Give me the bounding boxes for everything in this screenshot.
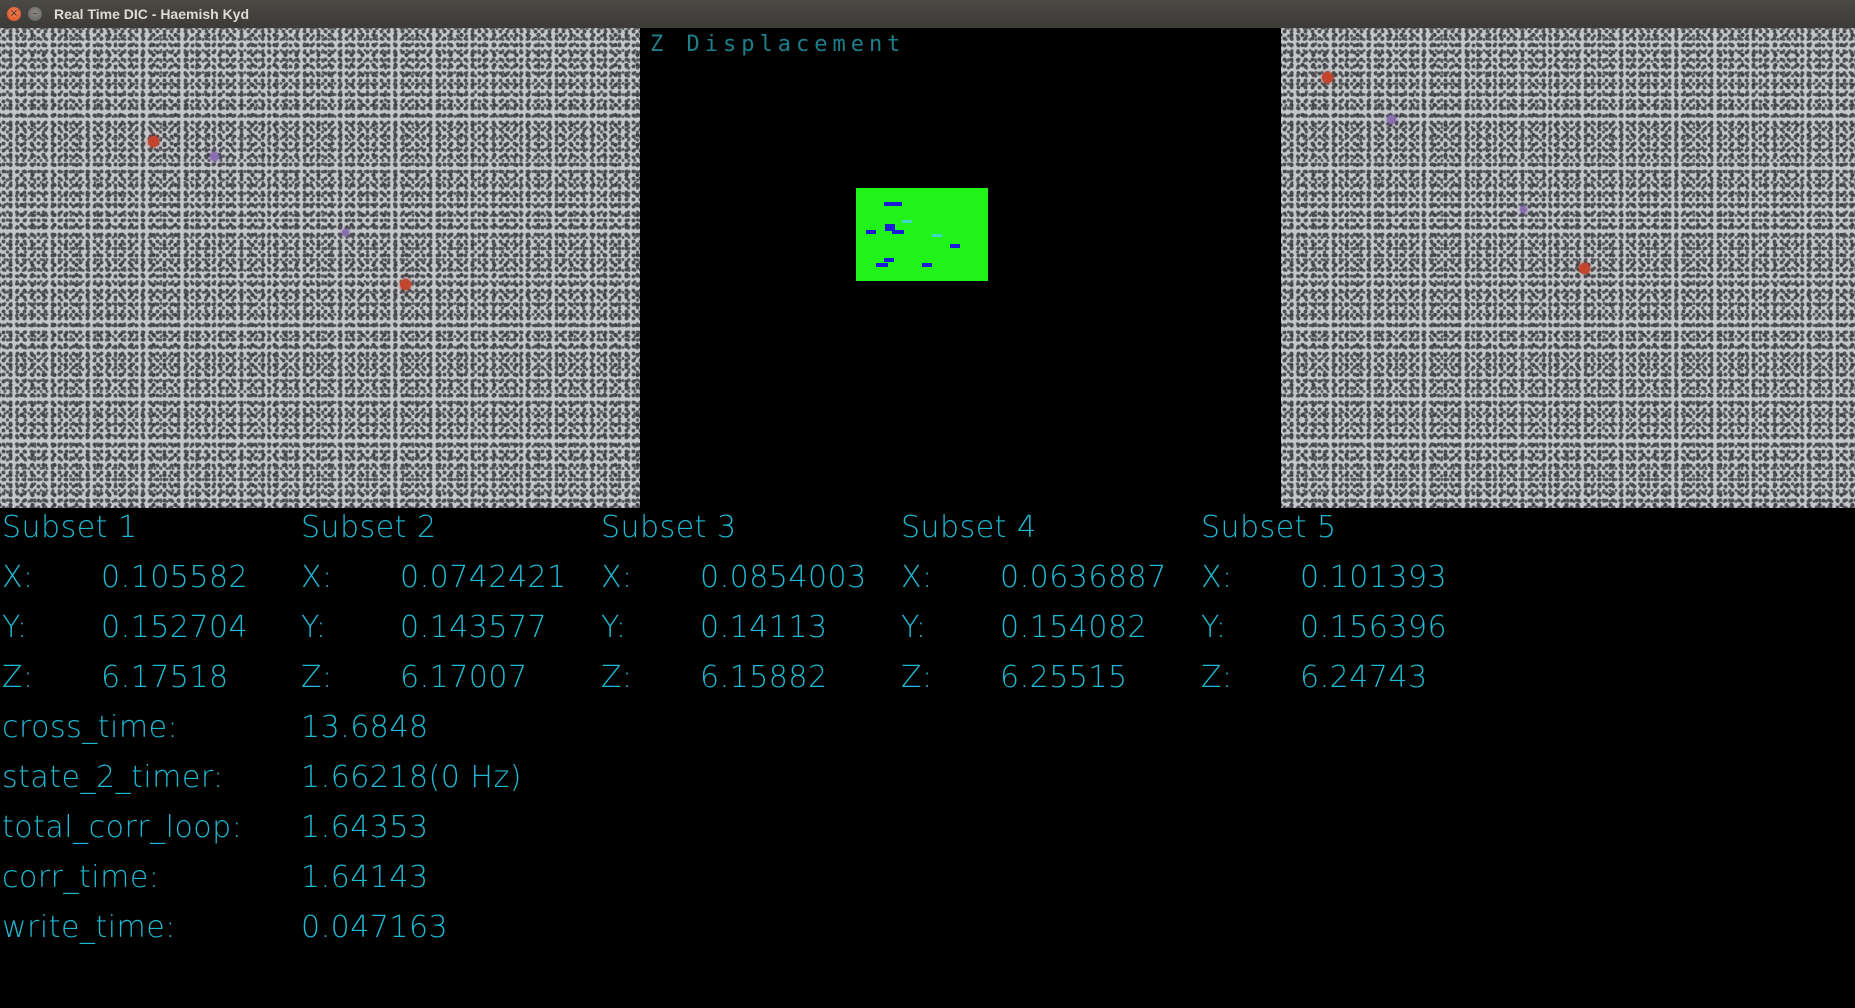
total-corr-loop-label: total_corr_loop: xyxy=(2,810,243,845)
corr-time-label: corr_time: xyxy=(2,860,160,895)
subset-3-z-label: Z: xyxy=(601,660,633,695)
corr-time-value: 1.64143 xyxy=(301,860,429,895)
displacement-vector xyxy=(950,244,960,248)
subset-2-y-label: Y: xyxy=(301,610,327,645)
state-2-timer-label: state_2_timer: xyxy=(2,760,224,795)
tracking-marker xyxy=(342,229,349,236)
displacement-vector xyxy=(884,258,894,262)
subset-5-y-value: 0.156396 xyxy=(1300,610,1448,645)
subset-5-y-label: Y: xyxy=(1201,610,1227,645)
tracking-marker xyxy=(400,279,411,290)
subset-4-z-value: 6.25515 xyxy=(1000,660,1128,695)
subset-1-y-label: Y: xyxy=(2,610,28,645)
state-2-timer-value: 1.66218(0 Hz) xyxy=(301,760,522,795)
subset-3-x-value: 0.0854003 xyxy=(700,560,867,595)
displacement-panel: Z Displacement xyxy=(640,28,1280,508)
subset-4-x-label: X: xyxy=(901,560,933,595)
readout-area: Subset 1 X: 0.105582 Y: 0.152704 Z: 6.17… xyxy=(0,508,1855,1008)
cross-time-label: cross_time: xyxy=(2,710,179,745)
tracking-marker xyxy=(1387,115,1396,124)
subset-5-x-label: X: xyxy=(1201,560,1233,595)
subset-1-x-value: 0.105582 xyxy=(101,560,249,595)
total-corr-loop-value: 1.64353 xyxy=(301,810,429,845)
subset-5-z-value: 6.24743 xyxy=(1300,660,1428,695)
subset-5-title: Subset 5 xyxy=(1201,510,1337,545)
subset-4-title: Subset 4 xyxy=(901,510,1037,545)
subset-2-z-value: 6.17007 xyxy=(400,660,528,695)
displacement-vector xyxy=(932,234,942,237)
left-camera-image xyxy=(0,28,640,508)
subset-3-z-value: 6.15882 xyxy=(700,660,828,695)
tracking-marker xyxy=(210,152,219,161)
subset-1-z-label: Z: xyxy=(2,660,34,695)
tracking-marker xyxy=(1520,206,1527,213)
subset-3-x-label: X: xyxy=(601,560,633,595)
minimize-button[interactable]: – xyxy=(28,7,42,21)
displacement-vector xyxy=(884,202,902,206)
displacement-vector xyxy=(866,230,876,234)
tracking-marker xyxy=(1579,263,1590,274)
cross-time-value: 13.6848 xyxy=(301,710,429,745)
subset-2-title: Subset 2 xyxy=(301,510,437,545)
tracking-marker xyxy=(148,136,159,147)
window-title: Real Time DIC - Haemish Kyd xyxy=(54,6,250,22)
subset-5-z-label: Z: xyxy=(1201,660,1233,695)
subset-1-z-value: 6.17518 xyxy=(101,660,229,695)
title-bar: × – Real Time DIC - Haemish Kyd xyxy=(0,0,1855,29)
displacement-vector xyxy=(892,230,904,234)
close-icon: × xyxy=(9,8,19,19)
subset-4-x-value: 0.0636887 xyxy=(1000,560,1167,595)
subset-1-y-value: 0.152704 xyxy=(101,610,249,645)
subset-2-z-label: Z: xyxy=(301,660,333,695)
close-button[interactable]: × xyxy=(7,7,21,21)
subset-2-x-label: X: xyxy=(301,560,333,595)
displacement-vector xyxy=(876,263,888,267)
displacement-vector xyxy=(922,263,932,267)
subset-4-y-value: 0.154082 xyxy=(1000,610,1148,645)
write-time-value: 0.047163 xyxy=(301,910,449,945)
subset-1-title: Subset 1 xyxy=(2,510,138,545)
subset-2-x-value: 0.0742421 xyxy=(400,560,567,595)
write-time-label: write_time: xyxy=(2,910,176,945)
tracking-marker xyxy=(1322,72,1333,83)
subset-3-title: Subset 3 xyxy=(601,510,737,545)
subset-1-x-label: X: xyxy=(2,560,34,595)
right-camera-image xyxy=(1281,28,1855,508)
subset-4-z-label: Z: xyxy=(901,660,933,695)
minimize-icon: – xyxy=(32,8,38,19)
displacement-label: Z Displacement xyxy=(650,32,906,57)
displacement-vector xyxy=(902,220,912,223)
subset-4-y-label: Y: xyxy=(901,610,927,645)
subset-3-y-label: Y: xyxy=(601,610,627,645)
subset-2-y-value: 0.143577 xyxy=(400,610,548,645)
subset-3-y-value: 0.14113 xyxy=(700,610,828,645)
displacement-field xyxy=(856,188,988,281)
subset-5-x-value: 0.101393 xyxy=(1300,560,1448,595)
